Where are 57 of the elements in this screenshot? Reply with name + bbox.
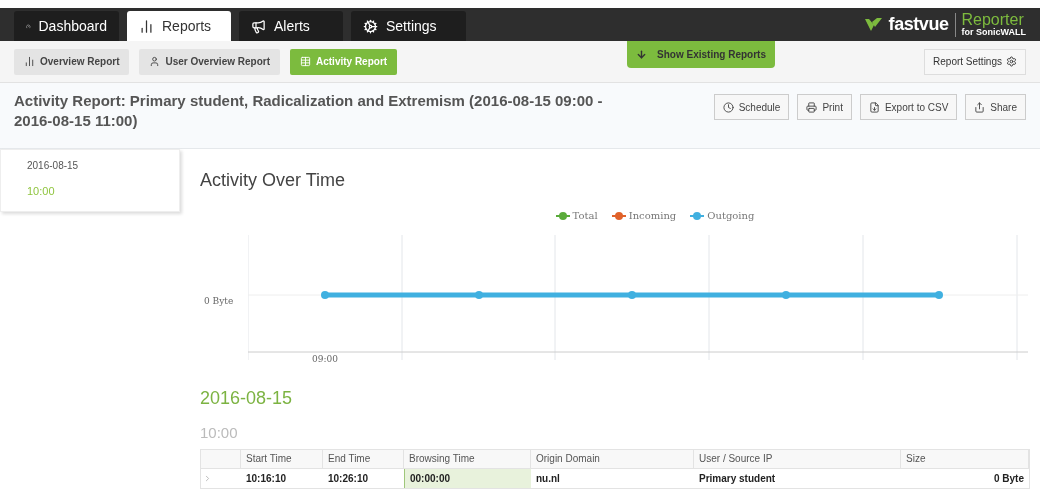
product-edition: for SonicWALL xyxy=(961,28,1026,37)
nav-tab[interactable]: Dashboard xyxy=(14,11,119,41)
table-cell-text: 10:16:10 xyxy=(245,471,288,486)
data-point xyxy=(475,291,483,299)
printer-icon xyxy=(806,101,818,113)
data-point xyxy=(628,291,636,299)
logo-check-icon xyxy=(864,17,883,32)
column-header[interactable]: Browsing Time xyxy=(404,449,531,468)
table-cell-text: 0 Byte xyxy=(993,471,1025,486)
table-cell-text: Primary student xyxy=(698,471,777,486)
arrow-down-icon xyxy=(636,49,648,60)
column-header[interactable]: User / Source IP xyxy=(694,449,901,468)
report-type-button[interactable]: User Overview Report xyxy=(139,48,280,75)
x-axis-label: 09:00 xyxy=(312,353,338,366)
report-action-button[interactable]: Export to CSV xyxy=(859,94,958,120)
legend-label: Total xyxy=(572,209,598,223)
nav-tab[interactable]: Reports xyxy=(127,11,231,41)
export-icon xyxy=(868,101,880,113)
timeline-date: 2016-08-15 xyxy=(27,159,80,173)
table-cell-text: 10:26:10 xyxy=(327,471,370,486)
column-header[interactable]: Size xyxy=(901,449,1029,468)
table-cell-text: nu.nl xyxy=(535,471,561,486)
megaphone-icon xyxy=(251,18,266,34)
data-point xyxy=(935,291,943,299)
chart-icon xyxy=(139,18,154,34)
brand-name: fastvue xyxy=(888,13,949,36)
timeline-time: 10:00 xyxy=(27,184,56,199)
show-existing-reports-button[interactable]: Show Existing Reports xyxy=(627,41,775,68)
report-action-button[interactable]: Schedule xyxy=(713,94,790,120)
column-header[interactable]: Origin Domain xyxy=(531,449,694,468)
report-settings-button[interactable]: Report Settings xyxy=(924,48,1026,75)
column-header[interactable]: Start Time xyxy=(241,449,323,468)
settings-icon xyxy=(363,18,378,34)
chart-icon xyxy=(24,56,35,67)
share-icon xyxy=(974,101,986,113)
nav-tab[interactable]: Alerts xyxy=(239,11,343,41)
chart-title: Activity Over Time xyxy=(200,169,347,192)
report-type-button[interactable]: Overview Report xyxy=(14,48,130,75)
legend-label: Outgoing xyxy=(707,209,755,223)
report-action-button[interactable]: Print xyxy=(797,94,852,120)
section-date: 2016-08-15 xyxy=(200,387,294,410)
report-title: Activity Report: Primary student, Radicalization and Extremism (2016-08-15 09:00 - 2016-08-15 11:00) xyxy=(14,91,604,131)
nav-tab[interactable]: Settings xyxy=(351,11,466,41)
y-axis-label: 0 Byte xyxy=(204,295,234,308)
report-action-button[interactable]: Share xyxy=(965,94,1026,120)
user-icon xyxy=(149,56,161,67)
data-point xyxy=(321,291,329,299)
expand-icon xyxy=(203,473,212,483)
settings-icon xyxy=(1006,56,1017,67)
product-name: Reporter xyxy=(961,12,1025,28)
column-header[interactable]: End Time xyxy=(323,449,404,468)
table-icon xyxy=(300,56,311,67)
clock-icon xyxy=(722,101,734,113)
section-time: 10:00 xyxy=(200,423,239,443)
data-point xyxy=(782,291,790,299)
timeline-card[interactable]: 2016-08-15 10:00 xyxy=(0,149,180,212)
legend-label: Incoming xyxy=(628,209,677,223)
